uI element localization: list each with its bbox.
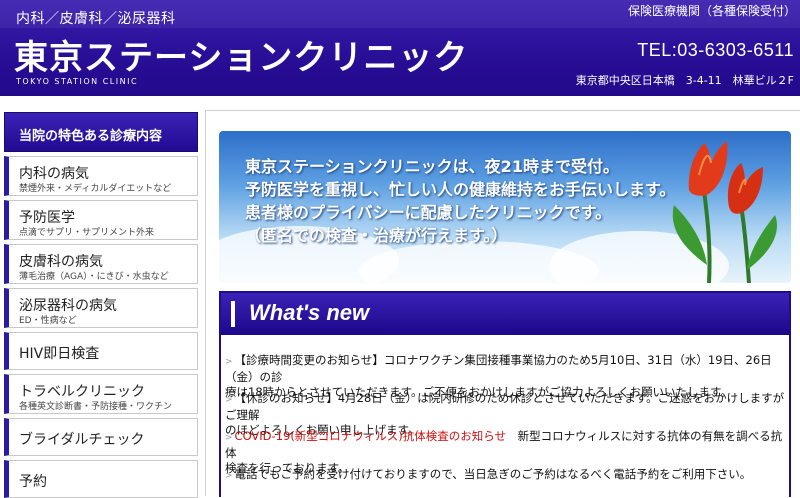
whats-new-section: What's new > 【診療時間変更のお知らせ】コロナワクチン集団接種事業協力…	[219, 291, 791, 497]
sidebar-item-sub: 禁煙外来・メディカルダイエットなど	[19, 184, 172, 194]
whats-new-title: What's new	[249, 300, 370, 325]
sidebar-item-label: トラベルクリニック	[19, 384, 145, 400]
sidebar-item-label: HIV即日検査	[19, 346, 100, 362]
sidebar-item-bridal-check[interactable]: ブライダルチェック	[4, 418, 198, 456]
clinic-logo-name[interactable]: 東京ステーションクリニック	[14, 30, 468, 79]
sidebar-nav: 当院の特色ある診療内容 内科の病気 禁煙外来・メディカルダイエットなど 予防医学…	[4, 112, 198, 498]
sidebar-item-label: 皮膚科の病気	[19, 254, 103, 270]
news-item: > 電話でもご予約を受け付けておりますので、当日急ぎのご予約はなるべく電話予約をご…	[225, 467, 785, 484]
banner-message: 東京ステーションクリニックは、夜21時まで受付。 予防医学を重視し、忙しい人の健…	[245, 155, 675, 247]
site-header: 内科／皮膚科／泌尿器科 東京ステーションクリニック TOKYO STATION …	[0, 0, 800, 96]
sidebar-item-sub: 各種英文診断書・予防接種・ワクチン	[19, 402, 173, 412]
sidebar-item-sub: 薄毛治療（AGA）・にきび・水虫など	[19, 272, 169, 282]
bullet-arrow-icon: >	[225, 357, 233, 367]
sidebar-heading: 当院の特色ある診療内容	[4, 112, 198, 152]
news-text: 電話でもご予約を受け付けておりますので、当日急ぎのご予約はなるべく電話予約をご利…	[234, 467, 752, 481]
banner-line: 予防医学を重視し、忙しい人の健康維持をお手伝いします。	[245, 180, 676, 199]
news-text: 【診療時間変更のお知らせ】コロナワクチン集団接種事業協力のため5月10日、31日…	[225, 353, 772, 384]
sidebar-item-sub: 点滴でサプリ・サプリメント外来	[19, 228, 155, 238]
insurance-note: 保険医療機関（各種保険受付）	[627, 4, 796, 18]
bullet-arrow-icon: >	[225, 395, 233, 405]
clinic-address: 東京都中央区日本橋 3-4-11 林華ビル２F	[575, 74, 794, 87]
news-text: 【休診のお知らせ】4月28日（金）は院内研修のため休診とさせていただきます。ご迷…	[225, 391, 785, 422]
sidebar-item-label: 予防医学	[19, 210, 75, 226]
sidebar-item-label: 予約	[19, 474, 47, 490]
sidebar-item-urology[interactable]: 泌尿器科の病気 ED・性病など	[4, 288, 198, 328]
header-accent-bar	[231, 301, 235, 327]
main-content: 東京ステーションクリニックは、夜21時まで受付。 予防医学を重視し、忙しい人の健…	[205, 110, 800, 497]
sidebar-item-label: 泌尿器科の病気	[19, 298, 117, 314]
clinic-english-name: TOKYO STATION CLINIC	[16, 77, 139, 86]
sidebar-item-reservation[interactable]: 予約	[4, 460, 198, 498]
sidebar-item-internal-medicine[interactable]: 内科の病気 禁煙外来・メディカルダイエットなど	[4, 156, 198, 196]
phone-number[interactable]: TEL:03-6303-6511	[637, 40, 794, 61]
banner-line: （匿名での検査・治療が行えます。）	[245, 226, 508, 245]
sidebar-item-preventive-medicine[interactable]: 予防医学 点滴でサプリ・サプリメント外来	[4, 200, 198, 240]
sidebar-item-sub: ED・性病など	[19, 316, 77, 326]
banner-line: 東京ステーションクリニックは、夜21時まで受付。	[245, 157, 619, 176]
banner-line: 患者様のプライバシーに配慮したクリニックです。	[245, 203, 612, 222]
bullet-arrow-icon: >	[225, 433, 233, 443]
sidebar-item-label: 内科の病気	[19, 166, 89, 182]
sidebar-item-travel-clinic[interactable]: トラベルクリニック 各種英文診断書・予防接種・ワクチン	[4, 374, 198, 414]
covid-notice-link[interactable]: COVID-19(新型コロナウィルス)抗体検査のお知らせ	[235, 429, 507, 443]
sidebar-item-hiv-test[interactable]: HIV即日検査	[4, 332, 198, 370]
whats-new-header: What's new	[221, 293, 789, 335]
bullet-arrow-icon: >	[225, 471, 233, 481]
departments-label: 内科／皮膚科／泌尿器科	[16, 11, 176, 27]
sidebar-item-dermatology[interactable]: 皮膚科の病気 薄毛治療（AGA）・にきび・水虫など	[4, 244, 198, 284]
hero-banner: 東京ステーションクリニックは、夜21時まで受付。 予防医学を重視し、忙しい人の健…	[219, 131, 791, 283]
sidebar-item-label: ブライダルチェック	[19, 432, 145, 448]
